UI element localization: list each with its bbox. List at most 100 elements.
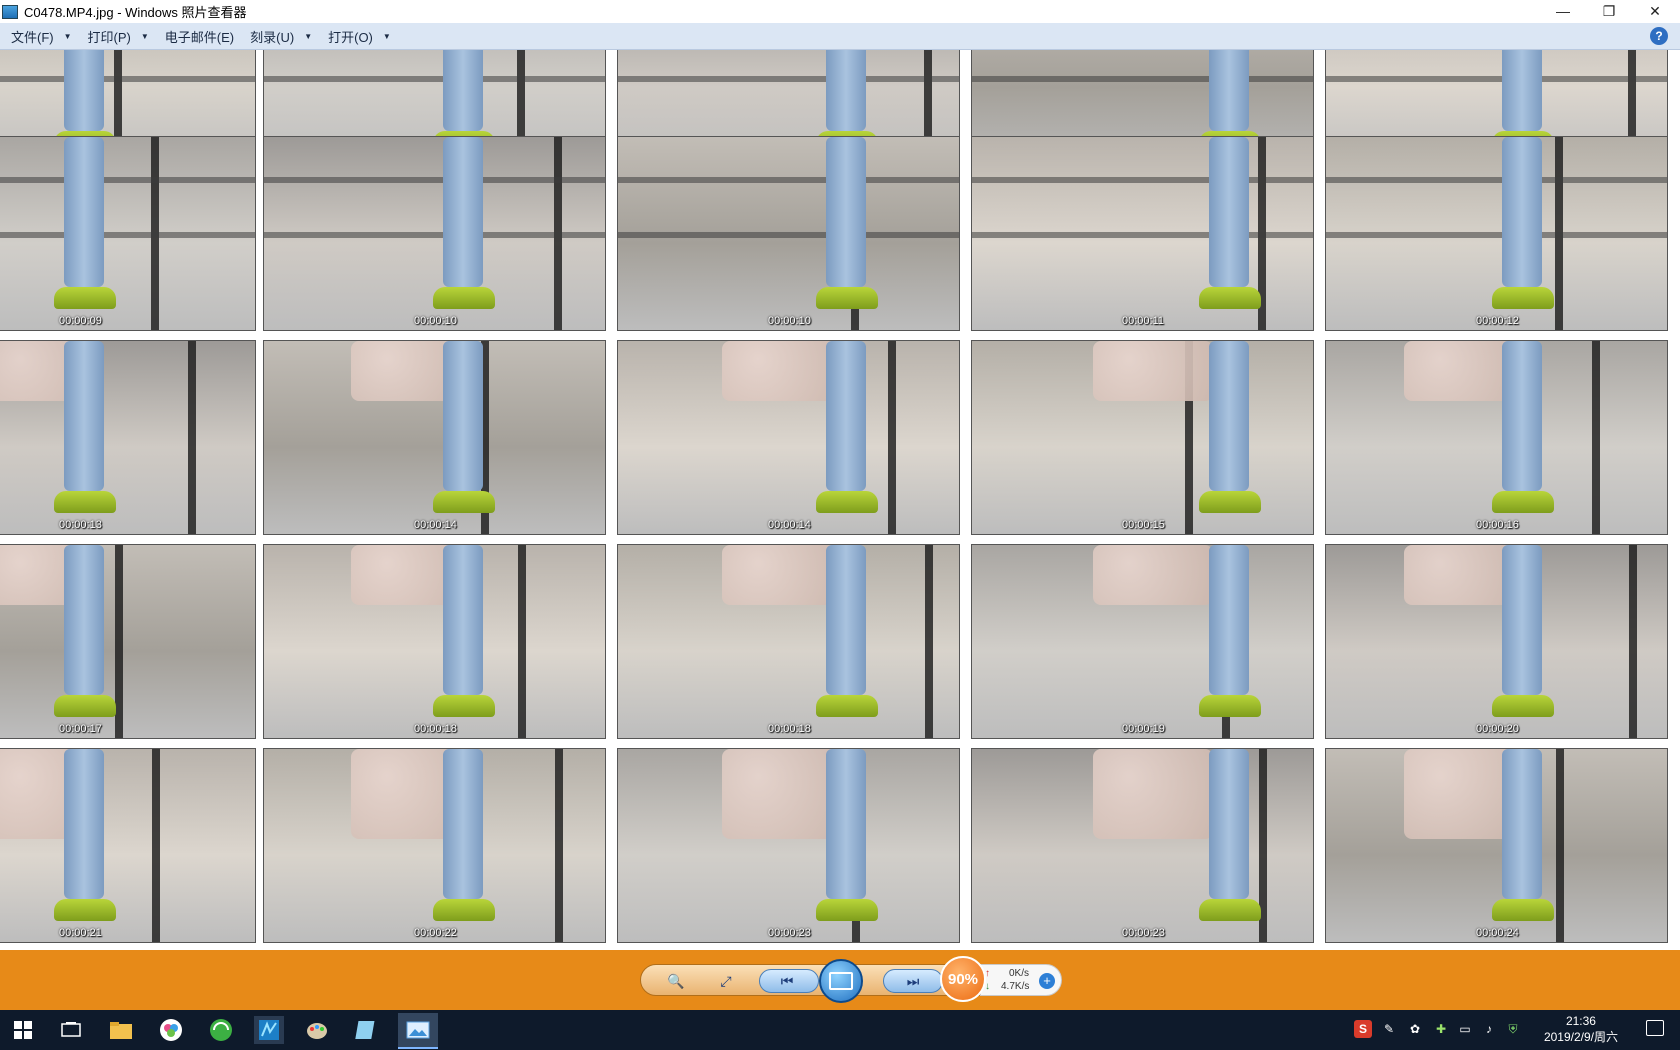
menu-file[interactable]: 文件(F) ▼	[11, 27, 72, 46]
photo-app-button[interactable]	[156, 1016, 186, 1044]
plus-icon[interactable]: +	[1039, 973, 1055, 989]
jeans-leg	[1502, 545, 1542, 695]
help-icon[interactable]: ?	[1650, 27, 1668, 45]
download-speed: 4.7K/s	[1001, 981, 1030, 992]
jeans-leg	[1209, 341, 1249, 491]
actual-size-button[interactable]: ⤢	[713, 971, 739, 991]
sogou-input-icon[interactable]: S	[1354, 1020, 1372, 1038]
notepad-button[interactable]	[352, 1016, 382, 1044]
chevron-down-icon: ▼	[304, 31, 313, 41]
network-icon[interactable]: ▭	[1456, 1020, 1474, 1038]
green-sneaker	[1492, 491, 1554, 513]
frame-timestamp: 00:00:14	[768, 519, 811, 531]
green-sneaker	[1492, 287, 1554, 309]
minimize-button[interactable]: —	[1540, 0, 1586, 22]
jeans-leg	[1502, 50, 1542, 131]
dress	[722, 545, 842, 605]
maximize-button[interactable]: ❐	[1586, 0, 1632, 22]
video-frame-thumbnail: 00:00:14	[617, 340, 960, 535]
frame-timestamp: 00:00:22	[414, 927, 457, 939]
menu-burn[interactable]: 刻录(U) ▼	[250, 27, 312, 46]
shelf-post	[518, 545, 526, 738]
slideshow-button[interactable]	[819, 959, 863, 1003]
notification-center-icon[interactable]	[1646, 1020, 1664, 1036]
video-frame-thumbnail: 00:00:14	[263, 340, 606, 535]
viewer-control-bar: 🔍 ⤢ ⏮ ⏭ ↻ ↑ 0K/s ↓ 4.7K/s + 90%	[0, 950, 1680, 1010]
shield-icon[interactable]: ⛨	[1504, 1020, 1522, 1038]
photo-app-icon	[160, 1019, 182, 1041]
frame-timestamp: 00:00:09	[59, 315, 102, 327]
jeans-leg	[826, 137, 866, 287]
video-frame-thumbnail: 00:00:10	[617, 136, 960, 331]
file-explorer-button[interactable]	[106, 1016, 136, 1044]
green-sneaker	[1199, 695, 1261, 717]
dress	[722, 749, 842, 839]
jeans-leg	[443, 545, 483, 695]
frame-timestamp: 00:00:13	[59, 519, 102, 531]
tray-app-icon[interactable]: ✿	[1406, 1020, 1424, 1038]
volume-icon[interactable]: ♪	[1480, 1020, 1498, 1038]
dress	[722, 341, 842, 401]
previous-button[interactable]: ⏮	[759, 969, 819, 993]
notepad-icon	[355, 1021, 375, 1039]
menu-email[interactable]: 电子邮件(E)	[165, 27, 234, 46]
green-sneaker	[816, 695, 878, 717]
green-sneaker	[1492, 695, 1554, 717]
network-speed-widget[interactable]: ↑ 0K/s ↓ 4.7K/s + 90%	[940, 956, 1065, 1004]
zoom-button[interactable]: 🔍	[663, 971, 689, 991]
speed-percent-ball[interactable]: 90%	[940, 956, 986, 1002]
title-bar: C0478.MP4.jpg - Windows 照片查看器 — ❐ ✕	[0, 0, 1680, 23]
menu-print[interactable]: 打印(P) ▼	[88, 27, 149, 46]
tray-security-plus-icon[interactable]: ✚	[1432, 1020, 1450, 1038]
chevron-down-icon: ▼	[63, 31, 72, 41]
shelf	[618, 76, 959, 82]
paint-app-button[interactable]	[302, 1016, 332, 1044]
clock-date: 2019/2/9/周六	[1543, 1030, 1618, 1044]
photo-viewer-taskbar-button[interactable]	[398, 1013, 438, 1049]
system-clock[interactable]: 21:36 2019/2/9/周六	[1544, 1013, 1618, 1045]
browser-button[interactable]	[206, 1016, 236, 1044]
video-editor-button[interactable]	[254, 1016, 284, 1044]
video-frame-thumbnail: 00:00:11	[971, 136, 1314, 331]
frame-timestamp: 00:00:20	[1476, 723, 1519, 735]
jeans-leg	[64, 545, 104, 695]
dress	[1093, 545, 1213, 605]
frame-timestamp: 00:00:17	[59, 723, 102, 735]
close-button[interactable]: ✕	[1632, 0, 1678, 22]
green-sneaker	[54, 491, 116, 513]
green-sneaker	[54, 899, 116, 921]
frame-timestamp: 00:00:15	[1122, 519, 1165, 531]
shelf	[618, 177, 959, 183]
image-canvas[interactable]: 00:00:0500:00:0600:00:0600:00:0700:00:08…	[0, 50, 1680, 950]
shelf-post	[1556, 749, 1564, 942]
shelf-post	[555, 749, 563, 942]
shelf	[972, 76, 1313, 82]
menu-bar: 文件(F) ▼ 打印(P) ▼ 电子邮件(E) 刻录(U) ▼ 打开(O) ▼ ?	[0, 23, 1680, 50]
jeans-leg	[826, 50, 866, 131]
start-button[interactable]	[8, 1016, 38, 1044]
green-sneaker	[54, 695, 116, 717]
menu-open[interactable]: 打开(O) ▼	[328, 27, 391, 46]
task-view-button[interactable]	[56, 1016, 86, 1044]
video-frame-thumbnail: 00:00:17	[0, 544, 256, 739]
video-frame-thumbnail: 00:00:18	[617, 544, 960, 739]
frame-timestamp: 00:00:23	[1122, 927, 1165, 939]
next-button[interactable]: ⏭	[883, 969, 943, 993]
folder-icon	[110, 1022, 132, 1039]
jeans-leg	[1209, 545, 1249, 695]
task-view-icon	[61, 1022, 81, 1037]
video-editor-icon	[259, 1020, 279, 1040]
browser-icon	[210, 1019, 232, 1041]
photo-viewer-app-icon	[2, 4, 18, 19]
jeans-leg	[64, 341, 104, 491]
green-sneaker	[816, 287, 878, 309]
jeans-leg	[826, 341, 866, 491]
shelf-post	[188, 341, 196, 534]
frame-timestamp: 00:00:18	[768, 723, 811, 735]
green-sneaker	[433, 287, 495, 309]
video-frame-thumbnail: 00:00:21	[0, 748, 256, 943]
tray-tool-icon[interactable]: ✎	[1380, 1020, 1398, 1038]
jeans-leg	[64, 50, 104, 131]
video-frame-thumbnail: 00:00:13	[0, 340, 256, 535]
jeans-leg	[1209, 749, 1249, 899]
